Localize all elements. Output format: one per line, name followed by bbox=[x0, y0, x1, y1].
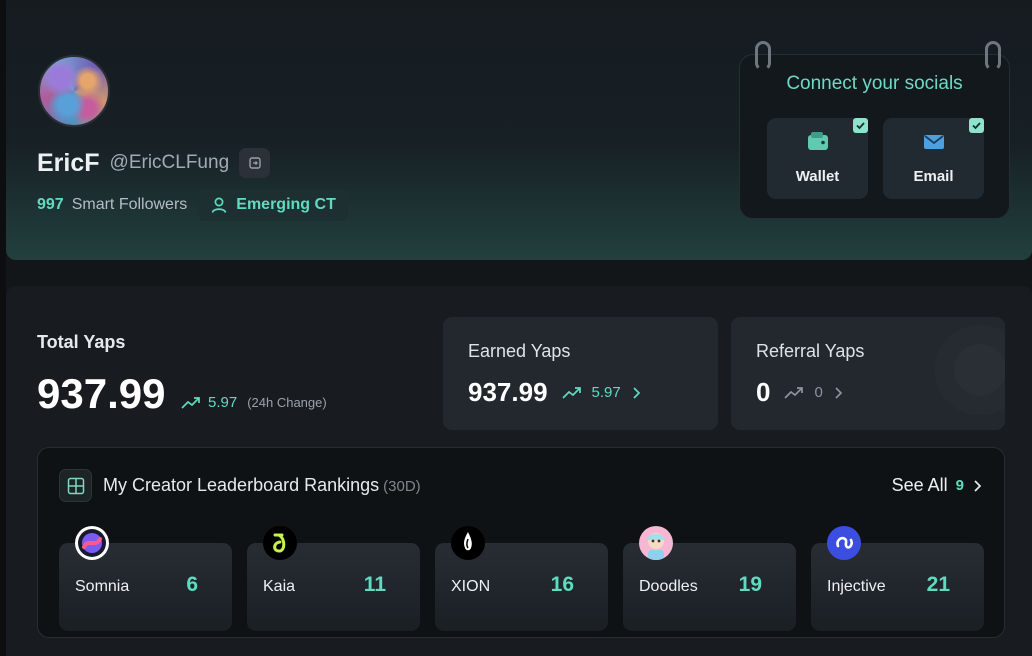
ranking-card-doodles[interactable]: Doodles 19 bbox=[623, 526, 796, 631]
total-yaps-value: 937.99 bbox=[37, 370, 166, 417]
kaia-logo-icon bbox=[263, 526, 297, 560]
referral-change-value: 0 bbox=[814, 384, 823, 401]
wallet-label: Wallet bbox=[795, 168, 840, 185]
leaderboard-title: My Creator Leaderboard Rankings (30D) bbox=[103, 475, 421, 496]
ranking-position: 6 bbox=[186, 573, 198, 596]
email-label: Email bbox=[913, 168, 954, 185]
ranking-position: 21 bbox=[926, 573, 950, 596]
wallet-icon bbox=[807, 132, 828, 150]
profile-card: EricF @EricCLFung 997 Smart Followers Em… bbox=[6, 0, 1032, 260]
referral-yaps-card[interactable]: Referral Yaps 0 0 bbox=[731, 317, 1005, 430]
ranking-card-xion[interactable]: XION 16 bbox=[435, 526, 608, 631]
copy-icon bbox=[248, 157, 261, 169]
xion-logo-icon bbox=[451, 526, 485, 560]
followers-row: 997 Smart Followers Emerging CT bbox=[37, 189, 348, 221]
trend-up-icon bbox=[181, 396, 200, 409]
wallet-connect-button[interactable]: Wallet bbox=[767, 118, 868, 199]
smart-followers-label: Smart Followers bbox=[71, 196, 188, 213]
total-yaps-change: 5.97 (24h Change) bbox=[181, 394, 327, 411]
total-change-value: 5.97 bbox=[208, 394, 238, 411]
mail-icon bbox=[923, 135, 944, 149]
leaderboard-icon bbox=[59, 469, 92, 502]
check-icon bbox=[969, 118, 984, 133]
see-all-button[interactable]: See All 9 bbox=[892, 475, 982, 496]
chevron-right-icon bbox=[633, 386, 640, 399]
earned-yaps-value: 937.99 bbox=[468, 377, 548, 407]
ranking-card-kaia[interactable]: Kaia 11 bbox=[247, 526, 420, 631]
copy-handle-button[interactable] bbox=[239, 148, 271, 178]
injective-logo-icon bbox=[827, 526, 861, 560]
profile-name-row: EricF @EricCLFung bbox=[37, 148, 271, 178]
leaderboard-rankings-panel: My Creator Leaderboard Rankings (30D) See… bbox=[37, 447, 1005, 638]
decorative-circle bbox=[935, 325, 1005, 415]
user-handle: @EricCLFung bbox=[109, 152, 230, 173]
ranking-name: Doodles bbox=[639, 578, 698, 595]
doodles-logo-icon bbox=[639, 526, 673, 560]
badge-label: Emerging CT bbox=[236, 196, 336, 213]
trend-up-icon bbox=[561, 386, 581, 399]
ranking-name: Injective bbox=[827, 578, 886, 595]
display-name: EricF bbox=[37, 148, 100, 177]
avatar[interactable] bbox=[38, 55, 110, 127]
chevron-right-icon bbox=[974, 479, 982, 492]
earned-yaps-card[interactable]: Earned Yaps 937.99 5.97 bbox=[443, 317, 718, 430]
ranking-card-injective[interactable]: Injective 21 bbox=[811, 526, 984, 631]
email-connect-button[interactable]: Email bbox=[883, 118, 984, 199]
ranking-position: 11 bbox=[363, 573, 386, 596]
ranking-name: XION bbox=[451, 578, 491, 595]
trend-up-icon bbox=[784, 386, 804, 399]
binder-ring-icon bbox=[985, 41, 1001, 71]
ranking-position: 16 bbox=[550, 573, 574, 596]
yaps-section: Total Yaps 937.99 5.97 (24h Change) Earn… bbox=[6, 286, 1032, 656]
see-all-count: 9 bbox=[955, 477, 964, 494]
leaderboard-title-text: My Creator Leaderboard Rankings bbox=[103, 475, 380, 495]
smart-followers-count: 997 bbox=[37, 196, 64, 213]
referral-yaps-row: 0 0 bbox=[756, 377, 843, 408]
referral-yaps-value: 0 bbox=[756, 377, 771, 407]
ranking-card-somnia[interactable]: Somnia 6 bbox=[59, 526, 232, 631]
emerging-ct-badge[interactable]: Emerging CT bbox=[198, 189, 348, 221]
change-period-note: (24h Change) bbox=[247, 395, 327, 410]
ranking-name: Somnia bbox=[75, 578, 130, 595]
total-yaps-label: Total Yaps bbox=[37, 332, 126, 352]
somnia-logo-icon bbox=[75, 526, 109, 560]
ranking-position: 19 bbox=[738, 573, 762, 596]
see-all-label: See All bbox=[891, 475, 948, 495]
user-icon bbox=[211, 197, 227, 213]
earned-yaps-row: 937.99 5.97 bbox=[468, 377, 641, 408]
connect-socials-card: Connect your socials Wallet Email bbox=[739, 41, 1010, 219]
leaderboard-period: (30D) bbox=[383, 478, 421, 495]
binder-ring-icon bbox=[755, 41, 771, 71]
referral-yaps-label: Referral Yaps bbox=[756, 341, 865, 361]
chevron-right-icon bbox=[835, 386, 843, 399]
ranking-name: Kaia bbox=[263, 578, 296, 595]
check-icon bbox=[853, 118, 868, 133]
earned-change-value: 5.97 bbox=[591, 384, 621, 401]
earned-yaps-label: Earned Yaps bbox=[468, 341, 571, 361]
connect-socials-title: Connect your socials bbox=[786, 73, 963, 94]
